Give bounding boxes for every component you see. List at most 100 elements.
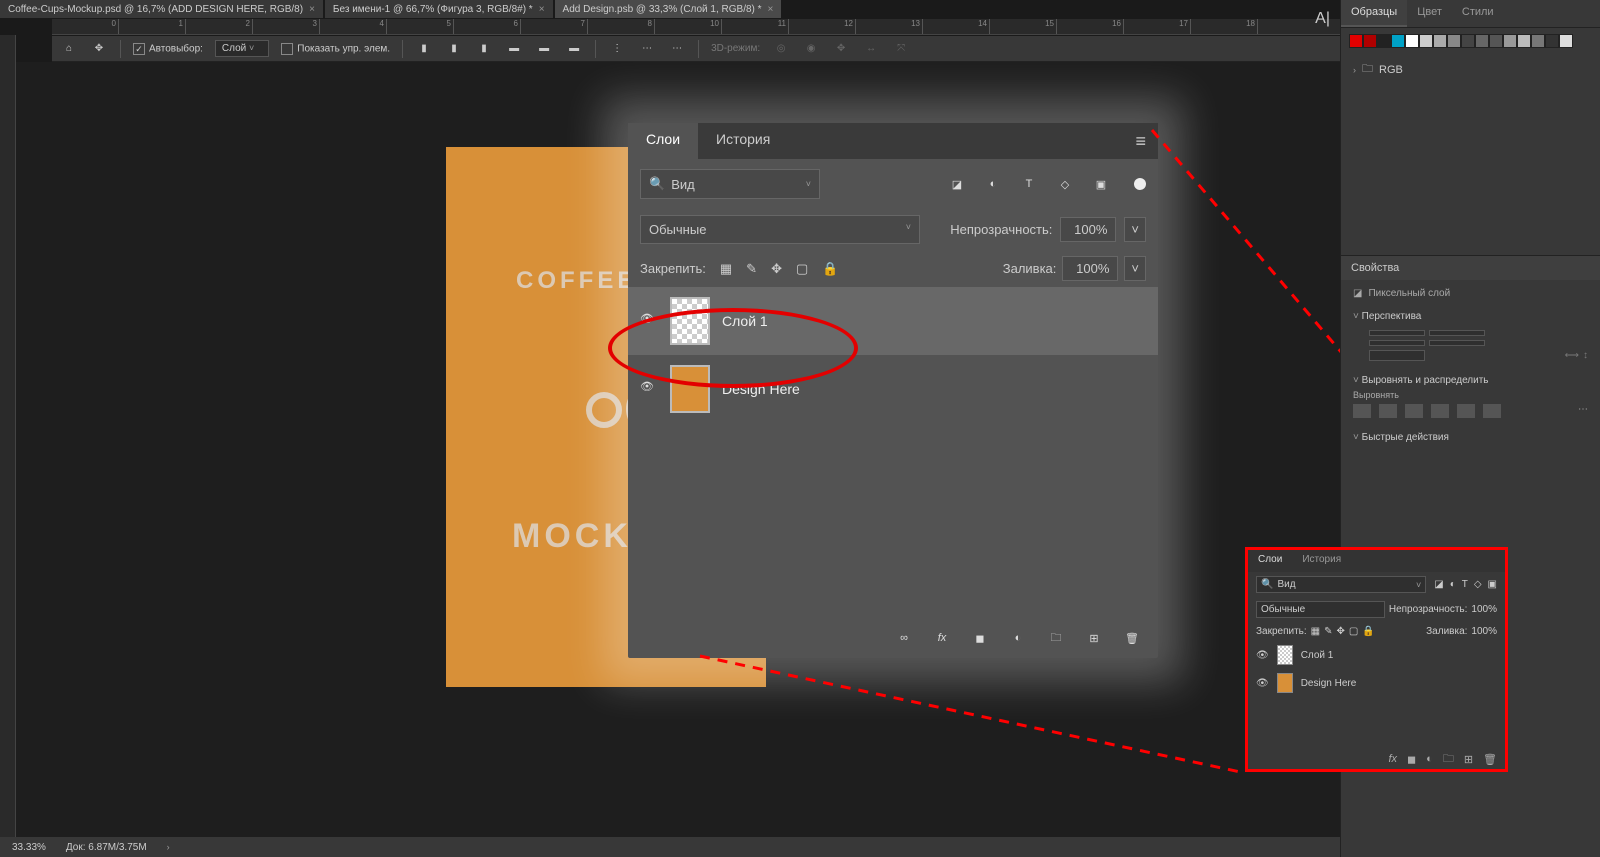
- close-icon[interactable]: ×: [768, 4, 774, 15]
- align-btn[interactable]: [1457, 404, 1475, 418]
- lock-artboard-icon[interactable]: ▢: [796, 261, 808, 277]
- show-transform-check[interactable]: Показать упр. элем.: [281, 43, 390, 55]
- document-tab[interactable]: Add Design.psb @ 33,3% (Слой 1, RGB/8) *…: [555, 0, 782, 18]
- filter-type-icon[interactable]: T: [1462, 579, 1468, 590]
- layer-name[interactable]: Слой 1: [722, 313, 768, 329]
- section-align[interactable]: Выровнять и распределить: [1353, 371, 1588, 390]
- more-icon[interactable]: ⋯: [668, 40, 686, 58]
- section-quick[interactable]: Быстрые действия: [1353, 428, 1588, 447]
- swatch-group[interactable]: ›🗀RGB: [1341, 54, 1600, 85]
- swatch[interactable]: [1461, 34, 1475, 48]
- tab-swatches[interactable]: Образцы: [1341, 0, 1407, 27]
- document-tab[interactable]: Без имени-1 @ 66,7% (Фигура 3, RGB/8#) *…: [325, 0, 553, 18]
- adjustment-layer-icon[interactable]: ◐: [1426, 753, 1433, 765]
- group-icon[interactable]: 🗀: [1046, 628, 1066, 648]
- autoselect-target[interactable]: Слой ˅: [215, 40, 269, 57]
- swatch[interactable]: [1531, 34, 1545, 48]
- visibility-icon[interactable]: 👁: [1256, 678, 1269, 689]
- swatch[interactable]: [1545, 34, 1559, 48]
- swatch[interactable]: [1391, 34, 1405, 48]
- layer-row[interactable]: 👁 Design Here: [1248, 669, 1505, 697]
- more-icon[interactable]: ⋯: [1578, 404, 1588, 418]
- close-icon[interactable]: ×: [539, 4, 545, 15]
- fill-flyout[interactable]: ˅: [1124, 256, 1146, 281]
- lock-all-icon[interactable]: 🔒: [822, 261, 838, 277]
- filter-adjustment-icon[interactable]: ◐: [984, 175, 1002, 193]
- layer-row[interactable]: 👁 Design Here: [628, 355, 1158, 423]
- lock-paint-icon[interactable]: ✎: [1324, 626, 1332, 637]
- opacity-value[interactable]: 100%: [1060, 217, 1116, 242]
- slide-icon[interactable]: ↔: [862, 40, 880, 58]
- filter-smart-icon[interactable]: ▣: [1488, 579, 1497, 590]
- filter-shape-icon[interactable]: ◇: [1056, 175, 1074, 193]
- visibility-icon[interactable]: 👁: [1256, 650, 1269, 661]
- swatch[interactable]: [1489, 34, 1503, 48]
- swatch[interactable]: [1349, 34, 1363, 48]
- tab-layers[interactable]: Слои: [628, 123, 698, 159]
- swatch[interactable]: [1419, 34, 1433, 48]
- opacity-flyout[interactable]: ˅: [1124, 217, 1146, 242]
- pan-icon[interactable]: ✥: [832, 40, 850, 58]
- flip-h-icon[interactable]: ⟷: [1565, 350, 1579, 361]
- filter-shape-icon[interactable]: ◇: [1474, 579, 1482, 590]
- angle-field[interactable]: [1369, 350, 1425, 361]
- align-btn[interactable]: [1405, 404, 1423, 418]
- tab-layers[interactable]: Слои: [1248, 550, 1292, 572]
- filter-pixel-icon[interactable]: ◪: [1434, 579, 1443, 590]
- delete-layer-icon[interactable]: 🗑: [1483, 753, 1497, 766]
- swatch[interactable]: [1447, 34, 1461, 48]
- lock-position-icon[interactable]: ✥: [1337, 626, 1345, 637]
- align-top-icon[interactable]: ▬: [505, 40, 523, 58]
- lock-transparency-icon[interactable]: ▦: [720, 261, 732, 277]
- status-flyout[interactable]: ›: [167, 842, 170, 852]
- link-layers-icon[interactable]: ∞: [894, 628, 914, 648]
- distribute-h-icon[interactable]: ⋮: [608, 40, 626, 58]
- align-center-h-icon[interactable]: ▮: [445, 40, 463, 58]
- fill-value[interactable]: 100%: [1062, 256, 1118, 281]
- layer-name[interactable]: Design Here: [722, 381, 800, 397]
- swatch[interactable]: [1363, 34, 1377, 48]
- lock-all-icon[interactable]: 🔒: [1362, 626, 1374, 637]
- close-icon[interactable]: ×: [309, 4, 315, 15]
- group-icon[interactable]: 🗀: [1443, 750, 1454, 769]
- height-field[interactable]: [1369, 340, 1425, 346]
- filter-smart-icon[interactable]: ▣: [1092, 175, 1110, 193]
- layer-mask-icon[interactable]: ◼: [1407, 753, 1416, 766]
- width-field[interactable]: [1369, 330, 1425, 336]
- filter-type-icon[interactable]: T: [1020, 175, 1038, 193]
- visibility-icon[interactable]: 👁: [640, 312, 658, 330]
- section-transform[interactable]: Перспектива: [1353, 307, 1588, 326]
- filter-pixel-icon[interactable]: ◪: [948, 175, 966, 193]
- zoom-level[interactable]: 33.33%: [12, 842, 46, 853]
- scale-icon[interactable]: ⤧: [892, 40, 910, 58]
- align-btn[interactable]: [1379, 404, 1397, 418]
- align-btn[interactable]: [1483, 404, 1501, 418]
- lock-transparency-icon[interactable]: ▦: [1311, 626, 1320, 637]
- blend-mode-dropdown[interactable]: Обычные: [1256, 601, 1385, 618]
- swatch[interactable]: [1559, 34, 1573, 48]
- layer-row[interactable]: 👁 Слой 1: [1248, 641, 1505, 669]
- align-left-icon[interactable]: ▮: [415, 40, 433, 58]
- layer-thumbnail[interactable]: [670, 365, 710, 413]
- document-tab[interactable]: Coffee-Cups-Mockup.psd @ 16,7% (ADD DESI…: [0, 0, 323, 18]
- tab-styles[interactable]: Стили: [1452, 0, 1504, 27]
- layer-thumbnail[interactable]: [1277, 673, 1293, 693]
- home-icon[interactable]: ⌂: [60, 40, 78, 58]
- swatch[interactable]: [1517, 34, 1531, 48]
- layer-search[interactable]: 🔍Вид˅: [1256, 576, 1426, 593]
- move-tool-icon[interactable]: ✥: [90, 40, 108, 58]
- blend-mode-dropdown[interactable]: Обычные˅: [640, 215, 920, 244]
- new-layer-icon[interactable]: ⊞: [1084, 628, 1104, 648]
- tab-history[interactable]: История: [1292, 550, 1351, 572]
- new-layer-icon[interactable]: ⊞: [1464, 753, 1473, 766]
- panel-menu-icon[interactable]: ≡: [1123, 123, 1158, 159]
- roll-icon[interactable]: ◉: [802, 40, 820, 58]
- x-field[interactable]: [1429, 330, 1485, 336]
- layer-search[interactable]: 🔍 Вид ˅: [640, 169, 820, 199]
- delete-layer-icon[interactable]: 🗑: [1122, 628, 1142, 648]
- lock-paint-icon[interactable]: ✎: [746, 261, 757, 277]
- align-right-icon[interactable]: ▮: [475, 40, 493, 58]
- align-center-v-icon[interactable]: ▬: [535, 40, 553, 58]
- fill-value[interactable]: 100%: [1471, 626, 1497, 637]
- swatch[interactable]: [1433, 34, 1447, 48]
